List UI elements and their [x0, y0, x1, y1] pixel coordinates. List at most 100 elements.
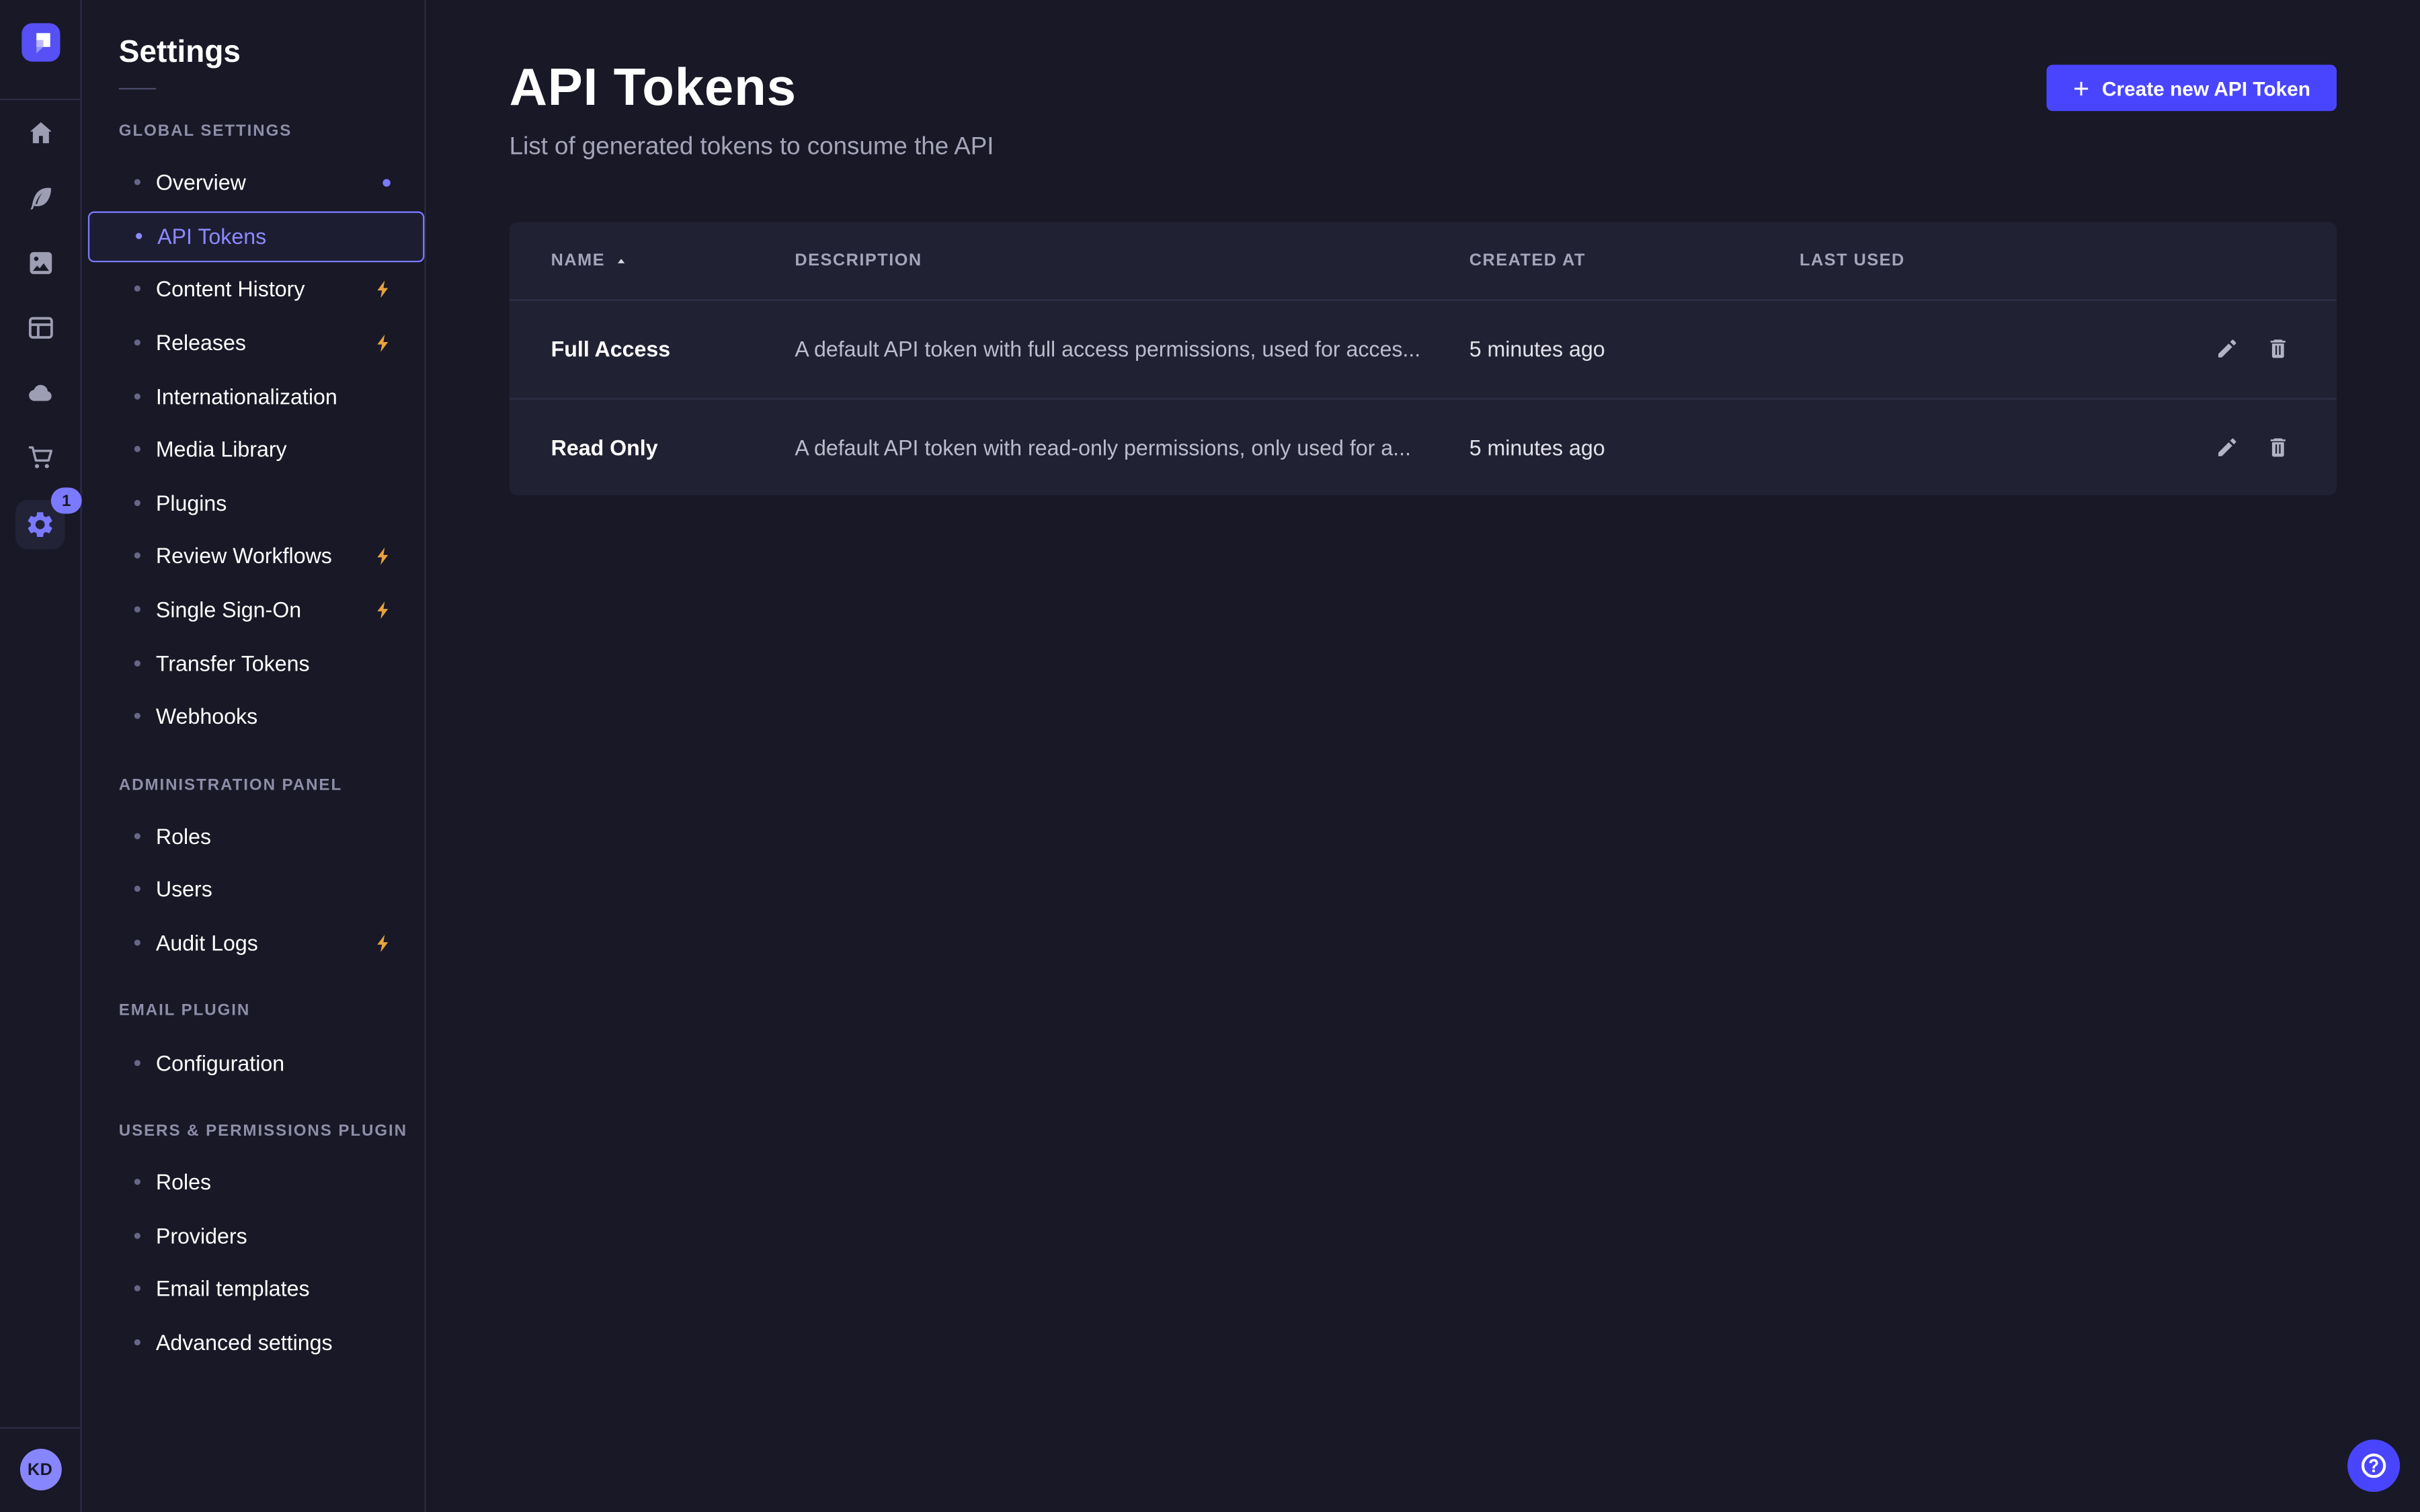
table-row[interactable]: Read Only A default API token with read-…	[510, 397, 2337, 495]
column-header-created-at: CREATED AT	[1469, 251, 1800, 270]
bullet-icon	[134, 553, 140, 559]
sidebar-item-api-tokens[interactable]: API Tokens	[88, 211, 425, 262]
bullet-icon	[134, 886, 140, 892]
media-icon	[26, 247, 55, 277]
sidebar-item-label: Plugins	[156, 491, 227, 515]
sidebar-item-label: Content History	[156, 277, 305, 302]
sidebar-rule	[119, 88, 156, 89]
trash-icon	[2265, 435, 2290, 460]
sidebar-item-configuration[interactable]: Configuration	[82, 1036, 425, 1089]
bullet-icon	[134, 833, 140, 839]
sidebar-item-webhooks[interactable]: Webhooks	[82, 689, 425, 743]
sidebar-item-providers[interactable]: Providers	[82, 1209, 425, 1262]
sidebar-item-label: Email templates	[156, 1277, 310, 1302]
delete-token-button[interactable]	[2265, 435, 2290, 460]
rail-item-marketplace[interactable]	[0, 424, 81, 489]
bullet-icon	[134, 286, 140, 292]
sidebar-item-label: Review Workflows	[156, 544, 332, 569]
sidebar-item-label: Configuration	[156, 1050, 284, 1075]
sidebar-section: USERS & PERMISSIONS PLUGIN Roles Provide…	[82, 1120, 425, 1370]
sidebar-item-review-workflows[interactable]: Review Workflows	[82, 530, 425, 583]
sidebar-item-email-templates[interactable]: Email templates	[82, 1262, 425, 1315]
bullet-icon	[134, 606, 140, 612]
bullet-icon	[134, 660, 140, 666]
layout-icon	[26, 312, 55, 342]
bullet-icon	[134, 179, 140, 185]
sidebar-item-label: Roles	[156, 1170, 211, 1195]
sidebar-section: ADMINISTRATION PANEL Roles Users Audit L…	[82, 773, 425, 969]
bullet-icon	[134, 1286, 140, 1292]
bullet-icon	[134, 939, 140, 946]
sidebar-item-plugins[interactable]: Plugins	[82, 476, 425, 529]
rail-bottom-divider	[0, 1427, 80, 1429]
sidebar-section-label: USERS & PERMISSIONS PLUGIN	[119, 1120, 425, 1142]
sidebar-item-transfer-tokens[interactable]: Transfer Tokens	[82, 636, 425, 689]
lightning-icon	[374, 333, 394, 353]
sidebar-item-label: Audit Logs	[156, 930, 258, 955]
bullet-icon	[136, 233, 142, 239]
home-icon	[26, 118, 55, 148]
token-description: A default API token with read-only permi…	[795, 435, 1469, 460]
sidebar-section-label: ADMINISTRATION PANEL	[119, 773, 425, 795]
bullet-icon	[134, 713, 140, 719]
sidebar-item-label: Users	[156, 877, 212, 902]
sidebar-item-label: Providers	[156, 1223, 247, 1248]
rail-item-content-manager[interactable]	[0, 165, 81, 230]
column-header-name[interactable]: NAME	[551, 251, 795, 270]
plus-icon	[2072, 79, 2089, 96]
edit-token-button[interactable]	[2215, 337, 2240, 362]
lightning-icon	[374, 933, 394, 953]
settings-sidebar: Settings GLOBAL SETTINGS Overview API To…	[82, 0, 426, 1512]
sidebar-item-label: Webhooks	[156, 704, 257, 728]
sidebar-item-label: Internationalization	[156, 384, 337, 409]
feather-icon	[26, 183, 55, 212]
bullet-icon	[134, 1179, 140, 1185]
delete-token-button[interactable]	[2265, 337, 2290, 362]
gear-icon: 1	[15, 500, 65, 549]
bullet-icon	[134, 393, 140, 399]
sidebar-item-releases[interactable]: Releases	[82, 316, 425, 369]
avatar[interactable]: KD	[19, 1449, 61, 1490]
sidebar-item-audit-logs[interactable]: Audit Logs	[82, 916, 425, 969]
sidebar-item-content-history[interactable]: Content History	[82, 263, 425, 316]
lightning-icon	[374, 280, 394, 300]
create-api-token-button[interactable]: Create new API Token	[2046, 65, 2337, 111]
sidebar-title: Settings	[119, 32, 425, 73]
token-name: Read Only	[551, 435, 795, 460]
notification-dot-icon	[382, 179, 390, 186]
sidebar-item-users[interactable]: Users	[82, 863, 425, 916]
sidebar-item-advanced-settings[interactable]: Advanced settings	[82, 1316, 425, 1369]
pencil-icon	[2215, 435, 2240, 460]
sidebar-item-overview[interactable]: Overview	[82, 156, 425, 209]
notification-badge: 1	[51, 488, 82, 514]
strapi-logo[interactable]	[21, 23, 59, 61]
token-created-at: 5 minutes ago	[1469, 435, 1800, 460]
edit-token-button[interactable]	[2215, 435, 2240, 460]
lightning-icon	[374, 599, 394, 620]
sidebar-item-roles[interactable]: Roles	[82, 809, 425, 862]
rail-item-home[interactable]	[0, 100, 81, 165]
rail-item-media-library[interactable]	[0, 230, 81, 294]
table-row[interactable]: Full Access A default API token with ful…	[510, 299, 2337, 397]
sidebar-item-media-library[interactable]: Media Library	[82, 423, 425, 476]
question-mark-icon	[2358, 1450, 2389, 1481]
sidebar-item-internationalization[interactable]: Internationalization	[82, 370, 425, 423]
rail-item-content-type-builder[interactable]	[0, 295, 81, 360]
sidebar-item-label: Single Sign-On	[156, 597, 301, 622]
sidebar-item-label: API Tokens	[157, 224, 266, 249]
rail-item-deploy[interactable]	[0, 360, 81, 424]
sidebar-item-label: Advanced settings	[156, 1330, 333, 1355]
bullet-icon	[134, 1339, 140, 1345]
help-button[interactable]	[2347, 1439, 2400, 1492]
sidebar-item-roles[interactable]: Roles	[82, 1155, 425, 1208]
api-tokens-table: NAME DESCRIPTION CREATED AT LAST USED Fu…	[510, 222, 2337, 495]
rail-item-settings[interactable]: 1	[0, 489, 81, 560]
token-description: A default API token with full access per…	[795, 337, 1469, 362]
strapi-admin-window: 1 KD Settings GLOBAL SETTINGS Overview A…	[0, 0, 2420, 1512]
sidebar-item-single-sign-on[interactable]: Single Sign-On	[82, 583, 425, 636]
bullet-icon	[134, 339, 140, 345]
sidebar-item-label: Transfer Tokens	[156, 650, 310, 675]
bullet-icon	[134, 446, 140, 452]
column-header-description: DESCRIPTION	[795, 251, 1469, 270]
sidebar-section-label: EMAIL PLUGIN	[119, 1000, 425, 1021]
